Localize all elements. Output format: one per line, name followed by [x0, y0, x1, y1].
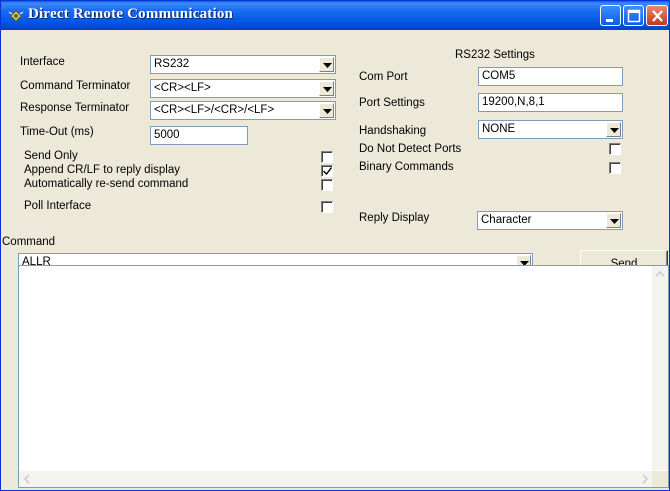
send-only-checkbox[interactable] — [321, 151, 333, 163]
port-settings-label: Port Settings — [359, 97, 425, 109]
timeout-label: Time-Out (ms) — [20, 126, 94, 138]
reply-display-value: Character — [481, 214, 532, 226]
maximize-button[interactable] — [623, 5, 644, 26]
send-only-label: Send Only — [24, 150, 78, 162]
scroll-left-icon[interactable] — [19, 471, 35, 487]
poll-interface-label: Poll Interface — [24, 200, 92, 212]
binary-commands-checkbox[interactable] — [609, 162, 621, 174]
response-terminator-label: Response Terminator — [20, 102, 130, 114]
com-port-input[interactable]: COM5 — [478, 67, 623, 86]
reply-display-select[interactable]: Character — [477, 211, 623, 230]
app-icon — [8, 8, 24, 24]
response-terminator-select[interactable]: <CR><LF>/<CR>/<LF> — [150, 101, 336, 120]
dropdown-button[interactable] — [319, 81, 334, 96]
reply-display-label: Reply Display — [359, 212, 430, 224]
chevron-down-icon — [323, 109, 332, 114]
auto-resend-checkbox[interactable] — [321, 179, 333, 191]
scrollbar-corner — [652, 471, 668, 487]
command-terminator-select[interactable]: <CR><LF> — [150, 79, 336, 98]
interface-select[interactable]: RS232 — [150, 55, 336, 74]
handshaking-value: NONE — [482, 123, 516, 135]
dropdown-button[interactable] — [319, 57, 334, 72]
handshaking-label: Handshaking — [359, 125, 427, 137]
do-not-detect-checkbox[interactable] — [609, 143, 621, 155]
chevron-down-icon — [323, 87, 332, 92]
rs232-heading: RS232 Settings — [455, 49, 535, 61]
poll-interface-checkbox[interactable] — [321, 201, 333, 213]
minimize-icon — [606, 19, 613, 22]
command-label: Command — [2, 236, 56, 248]
close-button[interactable] — [646, 5, 668, 26]
maximize-icon — [627, 9, 641, 23]
dropdown-button[interactable] — [606, 213, 621, 228]
title-bar[interactable]: Direct Remote Communication — [1, 1, 669, 30]
main-window: Direct Remote Communication Interface RS… — [0, 0, 670, 491]
chevron-down-icon — [610, 128, 619, 133]
scroll-right-icon[interactable] — [637, 471, 653, 487]
append-crlf-label: Append CR/LF to reply display — [24, 164, 180, 176]
chevron-down-icon — [323, 63, 332, 68]
command-terminator-value: <CR><LF> — [154, 82, 211, 94]
com-port-label: Com Port — [359, 71, 408, 83]
close-icon — [652, 10, 663, 22]
chevron-down-icon — [610, 219, 619, 224]
checkmark-icon — [323, 167, 332, 175]
scroll-up-icon[interactable] — [652, 266, 668, 282]
minimize-button[interactable] — [600, 5, 621, 26]
horizontal-scrollbar[interactable] — [19, 471, 653, 487]
command-terminator-label: Command Terminator — [20, 80, 131, 92]
dropdown-button[interactable] — [606, 122, 621, 137]
response-terminator-value: <CR><LF>/<CR>/<LF> — [154, 104, 275, 116]
do-not-detect-label: Do Not Detect Ports — [359, 143, 462, 155]
append-crlf-checkbox[interactable] — [321, 165, 333, 177]
interface-label: Interface — [20, 56, 65, 68]
binary-commands-label: Binary Commands — [359, 161, 454, 173]
port-settings-input[interactable]: 19200,N,8,1 — [478, 93, 623, 112]
interface-value: RS232 — [154, 58, 190, 70]
timeout-input[interactable]: 5000 — [150, 126, 248, 145]
reply-output[interactable] — [18, 265, 669, 488]
dropdown-button[interactable] — [319, 103, 334, 118]
vertical-scrollbar[interactable] — [652, 266, 668, 470]
handshaking-select[interactable]: NONE — [478, 120, 623, 139]
auto-resend-label: Automatically re-send command — [24, 178, 189, 190]
window-title: Direct Remote Communication — [28, 6, 234, 22]
